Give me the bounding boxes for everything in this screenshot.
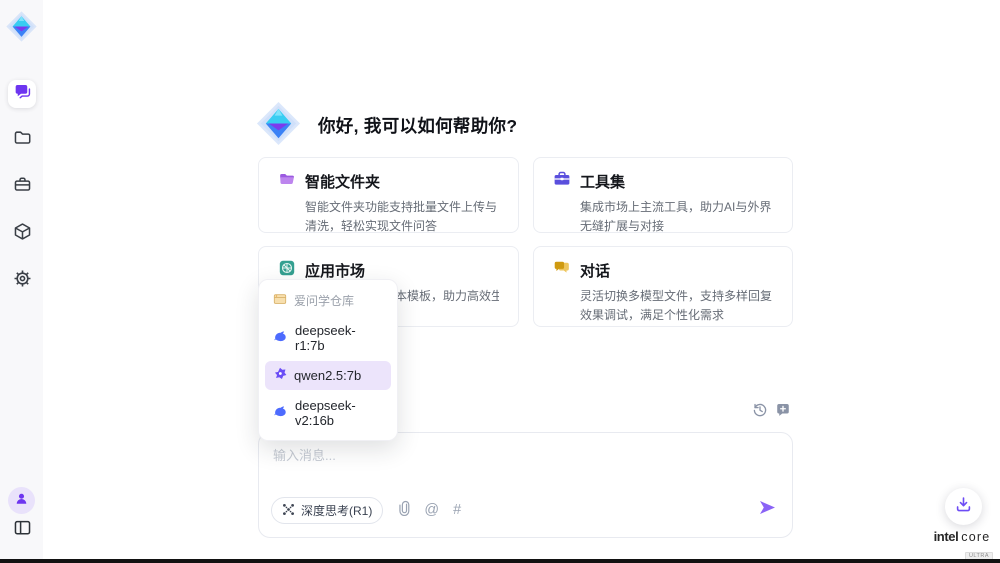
- history-icon: [752, 402, 768, 423]
- card-title: 工具集: [580, 171, 625, 192]
- card-description-partial: 本模板，助力高效生成多: [395, 287, 499, 306]
- greeting-logo-icon: [255, 100, 302, 152]
- hash-button[interactable]: #: [453, 503, 461, 518]
- app-logo-icon: [5, 10, 38, 48]
- model-group-header: 爱问学仓库: [265, 286, 391, 315]
- card-title: 智能文件夹: [305, 171, 380, 192]
- model-option-label: deepseek-r1:7b: [295, 323, 383, 353]
- sidebar-item-toolbox[interactable]: [8, 173, 36, 201]
- card-title: 对话: [580, 260, 610, 281]
- chat-icon: [13, 82, 32, 106]
- card-smart-folder[interactable]: 智能文件夹 智能文件夹功能支持批量文件上传与清洗，轻松实现文件问答: [258, 157, 519, 233]
- user-icon: [14, 491, 29, 511]
- chat-gold-icon: [553, 259, 571, 282]
- core-wordmark: core: [961, 530, 990, 544]
- greeting-title: 你好, 我可以如何帮助你?: [318, 113, 517, 138]
- sidebar-item-chat[interactable]: [8, 80, 36, 108]
- deep-think-toggle[interactable]: 深度思考(R1): [271, 497, 383, 524]
- attach-button[interactable]: [397, 500, 410, 521]
- model-option-deepseek-v2[interactable]: deepseek-v2:16b: [265, 392, 391, 434]
- briefcase-icon: [13, 175, 32, 199]
- send-icon: [758, 499, 777, 521]
- collapse-sidebar-button[interactable]: [10, 518, 34, 542]
- card-toolset[interactable]: 工具集 集成市场上主流工具，助力AI与外界无缝扩展与对接: [533, 157, 793, 233]
- model-dropdown: 爱问学仓库 deepseek-r1:7b qwen2.5:7b deepseek…: [258, 279, 398, 441]
- history-button[interactable]: [751, 404, 768, 421]
- toolbox-icon: [553, 170, 571, 193]
- paperclip-icon: [397, 500, 410, 521]
- folder-purple-icon: [278, 170, 296, 193]
- qwen-icon: [273, 367, 287, 384]
- repository-icon: [273, 292, 287, 309]
- user-avatar-button[interactable]: [8, 487, 35, 514]
- card-description: 灵活切换多模型文件，支持多样回复效果调试，满足个性化需求: [580, 287, 773, 324]
- card-description: 集成市场上主流工具，助力AI与外界无缝扩展与对接: [580, 198, 773, 235]
- deep-think-icon: [282, 503, 295, 519]
- model-group-label: 爱问学仓库: [294, 292, 354, 309]
- intel-core-logo: intel core ULTRA: [926, 529, 998, 562]
- panel-icon: [13, 518, 32, 542]
- message-input[interactable]: [273, 445, 773, 495]
- card-description: 智能文件夹功能支持批量文件上传与清洗，轻松实现文件问答: [305, 198, 499, 235]
- gear-icon: [13, 269, 32, 293]
- sidebar-item-folders[interactable]: [8, 126, 36, 154]
- deep-think-label: 深度思考(R1): [301, 502, 372, 519]
- model-option-deepseek-r1[interactable]: deepseek-r1:7b: [265, 317, 391, 359]
- window-bottom-edge: [0, 559, 1000, 563]
- cube-icon: [13, 222, 32, 246]
- card-title: 应用市场: [305, 260, 365, 281]
- new-chat-button[interactable]: [774, 404, 791, 421]
- model-option-label: deepseek-v2:16b: [295, 398, 383, 428]
- mention-button[interactable]: @: [424, 503, 439, 518]
- message-composer: 深度思考(R1) @ #: [258, 432, 793, 538]
- download-icon: [954, 495, 973, 519]
- hash-icon: #: [453, 502, 461, 518]
- sidebar-item-settings[interactable]: [8, 267, 36, 295]
- deepseek-icon: [273, 405, 288, 421]
- new-chat-icon: [775, 402, 791, 423]
- model-option-qwen[interactable]: qwen2.5:7b: [265, 361, 391, 390]
- send-button[interactable]: [758, 499, 777, 521]
- card-dialogue[interactable]: 对话 灵活切换多模型文件，支持多样回复效果调试，满足个性化需求: [533, 246, 793, 327]
- sidebar: [0, 0, 43, 559]
- folder-icon: [13, 128, 32, 152]
- deepseek-icon: [273, 330, 288, 346]
- intel-wordmark: intel: [934, 529, 959, 544]
- mention-icon: @: [424, 502, 439, 518]
- model-option-label: qwen2.5:7b: [294, 368, 361, 383]
- download-button[interactable]: [945, 488, 982, 525]
- sidebar-item-models[interactable]: [8, 220, 36, 248]
